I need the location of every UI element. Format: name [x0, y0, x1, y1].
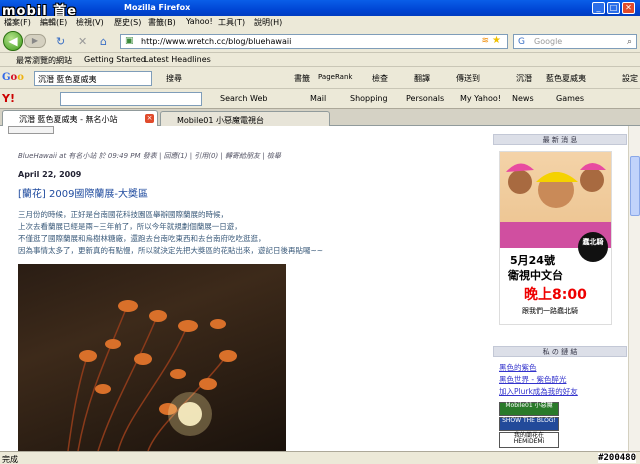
tab-mobile01-label: Mobile01 小惡魔電視台: [177, 116, 264, 125]
address-bar[interactable]: ▣ http://www.wretch.cc/blog/bluehawaii ≋…: [120, 34, 508, 49]
sidebar-link[interactable]: 黑色世界 - 紫色醉光: [499, 374, 566, 385]
google-logo: Goo: [2, 72, 24, 83]
post-paragraph: 不僅逛了國際蘭展和烏樹林糖廠，還跑去台南吃東西和去台南府吃吃逛逛，: [18, 234, 266, 243]
pagerank-indicator: PageRank: [318, 73, 353, 81]
yahoo-games-button[interactable]: Games: [556, 94, 584, 103]
sidebar-link[interactable]: 加入Plurk成為我的好友: [499, 386, 578, 397]
ad-time: 晚上8:00: [524, 287, 587, 303]
news-header: 最 新 消 息: [493, 134, 627, 145]
stop-icon[interactable]: ✕: [78, 35, 87, 48]
mobile01-badge[interactable]: Mobile01 小惡魔: [499, 402, 559, 416]
menu-help[interactable]: 說明(H): [254, 17, 282, 28]
tab-blog[interactable]: 沉潛 藍色夏威夷 - 無名小站 ×: [2, 110, 158, 126]
google-bookmarks-button[interactable]: 書籤: [294, 73, 310, 84]
maximize-button[interactable]: □: [607, 2, 620, 14]
site-icon: ▣: [125, 36, 134, 46]
sidebar: 最 新 消 息 蠢北騎 5月24號 衛視中文台 晚上8:00 跟我們一路蠢北騎 …: [493, 134, 627, 451]
blog-search-box[interactable]: [8, 126, 54, 134]
menu-file[interactable]: 檔案(F): [4, 17, 31, 28]
close-button[interactable]: ✕: [622, 2, 635, 14]
rss-icon[interactable]: ≋: [481, 36, 489, 46]
ad-badge: 蠢北騎: [578, 232, 608, 262]
hemidemi-badge[interactable]: 我的蘭花在 HEMiDEMi: [499, 432, 559, 448]
window-title: Mozilla Firefox: [124, 3, 191, 12]
tab-bar: 沉潛 藍色夏威夷 - 無名小站 × Mobile01 小惡魔電視台: [0, 109, 640, 126]
links-header: 私 の 鏈 結: [493, 346, 627, 357]
tab-close-icon[interactable]: ×: [145, 114, 154, 123]
tab-mobile01[interactable]: Mobile01 小惡魔電視台: [160, 111, 330, 126]
status-text: 完成: [2, 455, 18, 464]
star-icon[interactable]: ★: [492, 35, 501, 46]
menu-yahoo[interactable]: Yahoo!: [186, 17, 213, 26]
google-query: 沉潛 藍色夏威夷: [38, 75, 97, 84]
bookmarks-toolbar: 最常瀏覽的網站 Getting Started Latest Headlines: [0, 53, 640, 67]
yahoo-shopping-button[interactable]: Shopping: [350, 94, 388, 103]
forward-button[interactable]: ▶: [24, 34, 46, 48]
menu-history[interactable]: 歷史(S): [114, 17, 141, 28]
google-sendto-button[interactable]: 傳送到: [456, 73, 480, 84]
sidebar-link[interactable]: 黑色的紫色: [499, 362, 537, 373]
bookmark-getting-started[interactable]: Getting Started: [84, 55, 146, 64]
google-settings-button[interactable]: 設定: [622, 73, 638, 84]
bookmark-latest-headlines[interactable]: Latest Headlines: [144, 55, 211, 64]
google-highlight-term-2[interactable]: 藍色夏威夷: [546, 73, 586, 84]
ad-date: 5月24號: [510, 254, 555, 267]
menu-bookmarks[interactable]: 書籤(B): [148, 17, 176, 28]
image-id-label: #200480: [598, 453, 636, 463]
page-content: BlueHawaii at 有名小站 於 09:49 PM 發表 | 回應(1)…: [0, 126, 628, 451]
menu-edit[interactable]: 編輯(E): [40, 17, 67, 28]
yahoo-logo: Y!: [2, 92, 15, 105]
status-bar: 完成 #200480: [0, 451, 640, 464]
orchid-photo: [18, 264, 286, 451]
search-icon[interactable]: ⌕: [627, 37, 632, 47]
advertisement-banner[interactable]: 蠢北騎 5月24號 衛視中文台 晚上8:00 跟我們一路蠢北騎: [499, 151, 612, 325]
search-web-button[interactable]: Search Web: [220, 94, 267, 103]
google-translate-button[interactable]: 翻譯: [414, 73, 430, 84]
vertical-scrollbar[interactable]: [628, 126, 640, 451]
orchid-illustration: [67, 300, 237, 451]
menu-tools[interactable]: 工具(T): [218, 17, 245, 28]
ad-tagline: 跟我們一路蠢北騎: [522, 307, 578, 315]
yahoo-mail-button[interactable]: Mail: [310, 94, 326, 103]
google-highlight-term-1[interactable]: 沉潛: [516, 73, 532, 84]
google-search-input[interactable]: 沉潛 藍色夏威夷: [34, 71, 152, 86]
post-paragraph: 三月份的時候，正好是台南國花科技園區舉辦國際蘭展的時候，: [18, 210, 228, 219]
reload-icon[interactable]: ↻: [56, 35, 65, 48]
yahoo-personals-button[interactable]: Personals: [406, 94, 444, 103]
google-check-button[interactable]: 檢查: [372, 73, 388, 84]
my-yahoo-button[interactable]: My Yahoo!: [460, 94, 501, 103]
search-field[interactable]: G Google ⌕: [513, 34, 637, 49]
menu-view[interactable]: 檢視(V): [76, 17, 104, 28]
yahoo-toolbar: Y! Search Web Mail Shopping Personals My…: [0, 89, 640, 109]
minimize-button[interactable]: _: [592, 2, 605, 14]
scrollbar-thumb[interactable]: [630, 156, 640, 216]
google-toolbar: Goo 沉潛 藍色夏威夷 搜尋 書籤 PageRank 檢查 翻譯 傳送到 沉潛…: [0, 68, 640, 89]
home-icon[interactable]: ⌂: [100, 35, 107, 48]
search-engine-icon[interactable]: G: [518, 37, 525, 47]
yahoo-search-input[interactable]: [60, 92, 202, 106]
yahoo-news-button[interactable]: News: [512, 94, 534, 103]
window-titlebar: mobil 首e Mozilla Firefox _ □ ✕: [0, 0, 640, 19]
post-paragraph: 因為事情太多了，更新真的有點慢，所以就決定先把大獎區的花貼出來，遊記日後再貼囉~…: [18, 246, 324, 255]
tab-blog-label: 沉潛 藍色夏威夷 - 無名小站: [19, 115, 118, 124]
search-placeholder: Google: [534, 37, 563, 46]
post-paragraph: 上次去看蘭展已經是兩~三年前了，所以今年就規劃個蘭展一日遊，: [18, 222, 242, 231]
back-button[interactable]: ◀: [3, 31, 23, 51]
post-title[interactable]: [蘭花] 2009國際蘭展-大獎區: [18, 185, 148, 200]
post-meta: BlueHawaii at 有名小站 於 09:49 PM 發表 | 回應(1)…: [18, 152, 281, 160]
showblog-badge[interactable]: SHOW THE BLOG!: [499, 417, 559, 431]
google-search-button[interactable]: 搜尋: [166, 73, 182, 84]
navigation-toolbar: ◀ ▶ ↻ ✕ ⌂ ▣ http://www.wretch.cc/blog/bl…: [0, 29, 640, 53]
url-text: http://www.wretch.cc/blog/bluehawaii: [141, 37, 292, 46]
bookmark-most-visited[interactable]: 最常瀏覽的網站: [16, 55, 72, 66]
post-date: April 22, 2009: [18, 170, 82, 179]
menu-bar: 檔案(F) 編輯(E) 檢視(V) 歷史(S) 書籤(B) Yahoo! 工具(…: [0, 16, 640, 29]
ad-channel: 衛視中文台: [508, 269, 563, 282]
